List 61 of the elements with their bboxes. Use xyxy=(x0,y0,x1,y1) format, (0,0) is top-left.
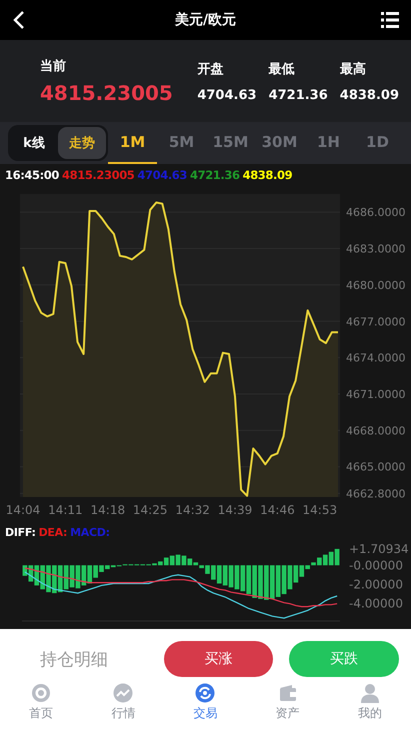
y-axis-label: 4674.0000 xyxy=(346,352,406,365)
legend-value: 4704.63 xyxy=(137,168,187,182)
legend-value: 4838.09 xyxy=(242,168,292,182)
stat-label: 最低 xyxy=(268,60,296,78)
legend-value: 16:45:00 xyxy=(5,168,60,182)
indicator-label: MACD: xyxy=(70,526,110,538)
positions-link[interactable]: 持仓明细 xyxy=(0,648,148,670)
y-axis-label: 4671.0000 xyxy=(346,388,406,401)
stat-value: 4704.63 xyxy=(197,88,257,102)
person-icon[interactable] xyxy=(360,683,380,703)
trade-button[interactable]: 买涨 xyxy=(164,641,274,677)
y-axis-label: 4686.0000 xyxy=(346,206,406,220)
y-axis-label: 4683.0000 xyxy=(346,242,406,256)
current-price: 4815.23005 xyxy=(40,81,174,105)
nav-label[interactable]: 首页 xyxy=(29,705,54,722)
y-axis-label: -0.00000 xyxy=(349,558,403,572)
nav-label[interactable]: 交易 xyxy=(193,705,218,722)
wallet-icon[interactable] xyxy=(278,683,298,703)
y-axis-label: 4668.0000 xyxy=(346,424,406,438)
y-axis-label: 4662.8000 xyxy=(346,487,406,500)
x-axis-label: 14:53 xyxy=(302,503,338,517)
interval-tab[interactable]: 1H xyxy=(304,122,353,164)
y-axis-label: 4665.0000 xyxy=(346,460,406,474)
stat-label: 最高 xyxy=(340,60,367,78)
nav-label[interactable]: 行情 xyxy=(111,705,136,722)
exchange-icon[interactable] xyxy=(195,683,216,703)
x-axis-label: 14:04 xyxy=(6,503,40,517)
legend-value: 4721.36 xyxy=(190,168,240,182)
trade-button[interactable]: 买跌 xyxy=(289,641,399,677)
trend-icon[interactable] xyxy=(113,683,134,703)
x-axis-label: 14:25 xyxy=(132,503,168,517)
target-icon[interactable] xyxy=(31,683,52,703)
back-icon[interactable] xyxy=(13,10,25,30)
interval-tab[interactable]: 1M xyxy=(108,122,157,164)
mode-tab[interactable]: k线 xyxy=(10,127,58,159)
x-axis-label: 14:32 xyxy=(175,503,210,517)
indicator-label: DIFF: xyxy=(5,526,36,538)
y-axis-label: +1.70934 xyxy=(349,543,409,556)
x-axis-label: 14:18 xyxy=(90,503,126,517)
y-axis-label: -2.00000 xyxy=(349,577,403,592)
y-axis-label: -4.00000 xyxy=(349,596,403,611)
stat-value: 4838.09 xyxy=(340,88,399,102)
y-axis-label: 4677.0000 xyxy=(346,315,406,328)
interval-tab[interactable]: 30M xyxy=(255,122,304,164)
x-axis-label: 14:46 xyxy=(260,503,295,517)
interval-tab[interactable]: 1D xyxy=(353,122,402,164)
page-title: 美元/欧元 xyxy=(174,11,236,29)
stat-label: 开盘 xyxy=(197,60,224,78)
menu-icon[interactable] xyxy=(381,12,399,28)
nav-label[interactable]: 我的 xyxy=(358,705,382,722)
x-axis-label: 14:11 xyxy=(48,503,83,517)
x-axis-label: 14:39 xyxy=(218,503,252,517)
y-axis-label: 4680.0000 xyxy=(346,278,406,292)
nav-label[interactable]: 资产 xyxy=(276,705,300,722)
interval-tab[interactable]: 15M xyxy=(206,122,255,164)
interval-tab[interactable]: 5M xyxy=(157,122,206,164)
legend-value: 4815.23005 xyxy=(62,168,134,182)
stat-value: 4721.36 xyxy=(268,88,328,102)
indicator-label: DEA: xyxy=(38,526,68,538)
mode-tab[interactable]: 走势 xyxy=(58,127,106,159)
current-label: 当前 xyxy=(40,58,67,75)
